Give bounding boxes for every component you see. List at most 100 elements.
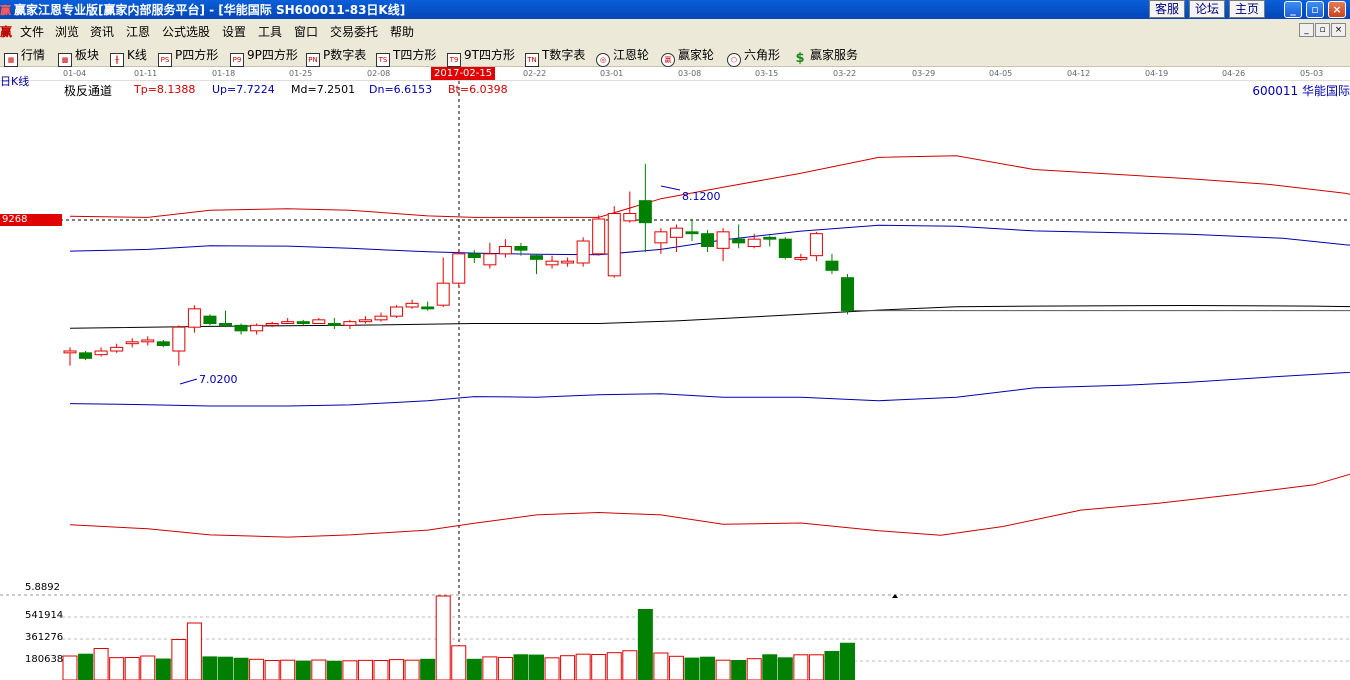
candle-body xyxy=(794,257,808,260)
volume-bar xyxy=(451,645,467,680)
candle-body xyxy=(607,213,621,277)
dn-channel-line xyxy=(69,371,1350,407)
volume-bar xyxy=(700,656,716,680)
candle-body xyxy=(250,324,264,332)
volume-bar xyxy=(62,655,78,680)
volume-bar xyxy=(280,659,296,680)
volume-bar xyxy=(840,642,855,680)
volume-bar xyxy=(544,657,560,680)
volume-bar xyxy=(808,654,824,680)
indicator-md: Md=7.2501 xyxy=(291,83,356,96)
volume-bar xyxy=(93,648,109,680)
volume-bar xyxy=(653,652,669,680)
volume-bar xyxy=(171,639,187,680)
volume-bar xyxy=(342,660,358,680)
volume-bar xyxy=(78,653,94,680)
volume-bar xyxy=(326,660,342,680)
low-label: 7.0200 xyxy=(199,373,238,386)
volume-bar xyxy=(373,660,389,680)
volume-bar xyxy=(560,655,576,680)
candle-body xyxy=(716,231,730,249)
volume-bar xyxy=(637,609,653,680)
volume-bar xyxy=(311,659,327,680)
volume-bar xyxy=(233,657,249,680)
candle-body xyxy=(825,260,839,271)
high-label: 8.1200 xyxy=(682,190,721,203)
candle-body xyxy=(576,240,590,264)
volume-bar xyxy=(824,651,840,680)
indicator-dn: Dn=6.6153 xyxy=(369,83,433,96)
candle-body xyxy=(219,323,232,326)
candle-body xyxy=(701,233,715,248)
candle-body xyxy=(312,319,326,325)
volume-bar xyxy=(731,660,747,680)
volume-bar xyxy=(529,654,544,680)
volume-axis-label: 361276 xyxy=(25,632,64,643)
candle-body xyxy=(747,238,761,248)
candle-body xyxy=(561,260,575,264)
candle-body xyxy=(498,246,512,255)
candle-body xyxy=(94,350,108,356)
volume-bar xyxy=(249,658,265,680)
bt-channel-line xyxy=(69,473,1350,538)
candle-body xyxy=(187,308,201,328)
low-pointer-line xyxy=(179,378,198,385)
volume-axis-label: 180638 xyxy=(25,654,64,665)
candle-body xyxy=(156,341,170,347)
candle-body xyxy=(763,236,777,240)
volume-bar xyxy=(218,656,233,680)
volume-axis-label: 5.8892 xyxy=(25,582,60,593)
volume-bar xyxy=(482,656,498,680)
volume-bar xyxy=(684,657,700,680)
indicator-up: Up=7.7224 xyxy=(212,83,275,96)
volume-bar xyxy=(606,652,622,680)
candle-body xyxy=(732,238,746,244)
indicator-tp: Tp=8.1388 xyxy=(134,83,196,96)
price-marker: 9268 xyxy=(0,214,62,226)
candle-body xyxy=(452,253,466,284)
candle-body xyxy=(809,233,823,257)
candle-body xyxy=(265,323,279,326)
candle-body xyxy=(545,260,559,266)
volume-bar xyxy=(295,660,311,680)
candle-body xyxy=(234,324,248,332)
candle-body xyxy=(530,255,543,260)
candle-body xyxy=(514,246,528,251)
cursor-marker-icon xyxy=(892,594,898,598)
candle-body xyxy=(296,321,310,324)
volume-bar xyxy=(124,657,140,680)
indicator-name: 极反通道 xyxy=(64,84,113,98)
candle-body xyxy=(110,346,124,352)
period-label: 日K线 xyxy=(0,75,30,88)
candle-body xyxy=(63,350,77,354)
volume-bar xyxy=(140,655,156,680)
candle-body xyxy=(778,238,792,259)
volume-bar xyxy=(622,650,638,680)
volume-bar xyxy=(746,658,762,680)
volume-bar xyxy=(575,653,591,680)
indicator-bt: Bt=6.0398 xyxy=(448,83,508,96)
stock-code-name: 600011 华能国际 xyxy=(1252,84,1350,98)
kline-chart[interactable] xyxy=(0,0,1350,680)
volume-bar xyxy=(591,654,607,680)
candle-body xyxy=(79,352,93,359)
volume-bar xyxy=(264,660,280,680)
candle-body xyxy=(358,319,372,323)
volume-axis-label: 541914 xyxy=(25,610,64,621)
volume-bar xyxy=(497,657,513,680)
volume-bar xyxy=(466,658,482,680)
candle-body xyxy=(172,326,186,352)
candle-body xyxy=(436,282,450,306)
candle-body xyxy=(841,277,854,312)
volume-bar xyxy=(109,657,125,680)
candle-body xyxy=(421,306,435,310)
volume-bar xyxy=(762,654,778,680)
candle-body xyxy=(638,200,652,224)
volume-bar xyxy=(668,655,684,680)
candle-body xyxy=(654,231,668,244)
candle-body xyxy=(141,339,155,343)
candle-body xyxy=(669,227,683,238)
volume-bar xyxy=(513,654,529,680)
candle-body xyxy=(405,302,419,308)
candle-body xyxy=(125,341,139,345)
